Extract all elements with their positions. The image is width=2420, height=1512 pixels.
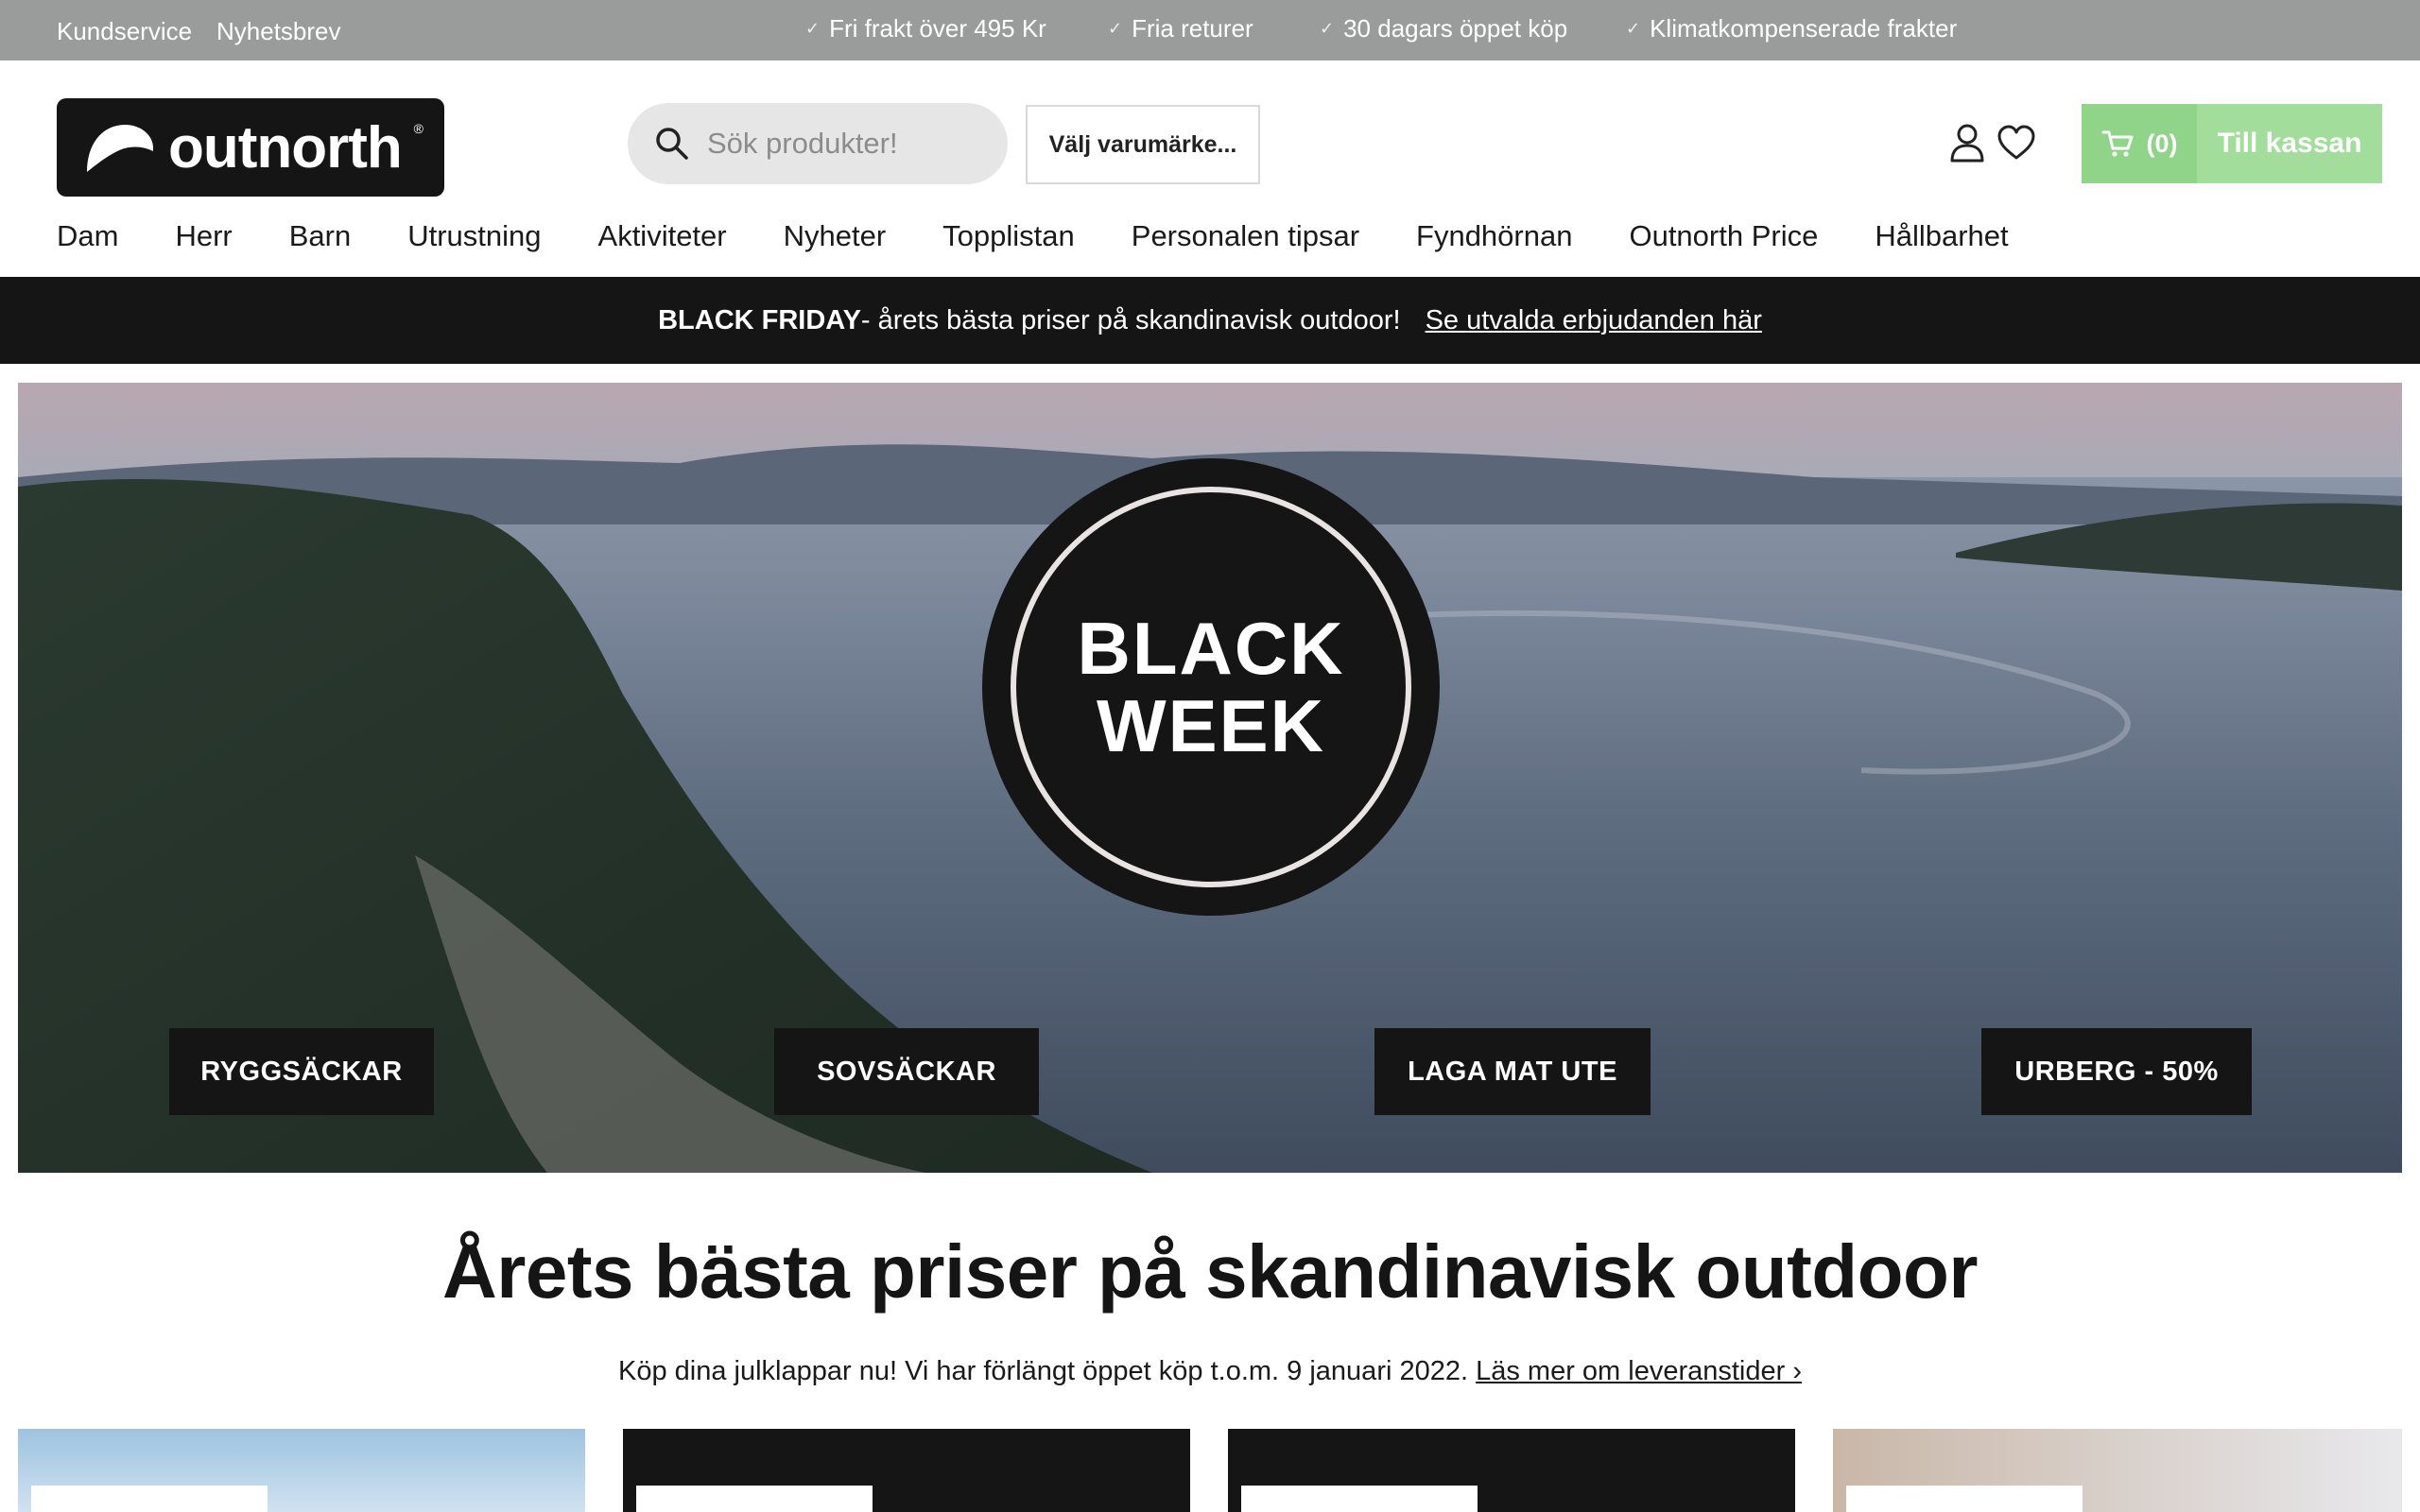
- search-bar: [628, 103, 1008, 184]
- page-headline: Årets bästa priser på skandinavisk outdo…: [442, 1229, 1978, 1314]
- nav-item-fyndhornan[interactable]: Fyndhörnan: [1416, 219, 1572, 253]
- wishlist-heart-icon[interactable]: [1995, 121, 2038, 164]
- usp-climate: ✓ Klimatkompenserade frakter: [1626, 14, 1957, 43]
- promo-card[interactable]: [1228, 1429, 1795, 1512]
- nav-item-topplistan[interactable]: Topplistan: [942, 219, 1075, 253]
- card-label: [31, 1486, 268, 1512]
- cart-count: (0): [2146, 129, 2178, 158]
- badge-text: BLACK WEEK: [1078, 610, 1345, 765]
- main-nav: Dam Herr Barn Utrustning Aktiviteter Nyh…: [57, 219, 2009, 253]
- nav-item-nyheter[interactable]: Nyheter: [784, 219, 887, 253]
- shopping-cart-icon: [2101, 130, 2133, 157]
- search-input[interactable]: [707, 127, 991, 161]
- customer-service-link[interactable]: Kundservice: [57, 17, 192, 46]
- cart: (0) Till kassan: [2082, 104, 2382, 183]
- cart-button[interactable]: (0): [2082, 104, 2197, 183]
- search-icon[interactable]: [654, 126, 690, 162]
- nav-item-aktiviteter[interactable]: Aktiviteter: [598, 219, 727, 253]
- delivery-info-text: Köp dina julklappar nu! Vi har förlängt …: [617, 1356, 1477, 1386]
- utility-bar: Kundservice Nyhetsbrev ✓ Fri frakt över …: [0, 0, 2420, 60]
- black-week-badge: BLACK WEEK: [982, 458, 1440, 916]
- category-button-laga-mat-ute[interactable]: LAGA MAT UTE: [1374, 1028, 1651, 1115]
- nav-item-barn[interactable]: Barn: [289, 219, 351, 253]
- promo-link[interactable]: Se utvalda erbjudanden här: [1426, 305, 1762, 336]
- usp-label: Fria returer: [1132, 14, 1253, 43]
- nav-item-herr[interactable]: Herr: [175, 219, 232, 253]
- promo-card[interactable]: [1833, 1429, 2402, 1512]
- check-icon: ✓: [1626, 19, 1641, 38]
- promo-bold: BLACK FRIDAY: [658, 304, 861, 335]
- brand-select[interactable]: Välj varumärke...: [1026, 105, 1260, 184]
- usp-open-purchase: ✓ 30 dagars öppet köp: [1320, 14, 1567, 43]
- nav-item-personalen-tipsar[interactable]: Personalen tipsar: [1132, 219, 1359, 253]
- usp-label: Klimatkompenserade frakter: [1650, 14, 1958, 43]
- card-label: [636, 1486, 873, 1512]
- registered-mark: ®: [413, 121, 424, 136]
- usp-label: 30 dagars öppet köp: [1343, 14, 1568, 43]
- category-button-ryggsackar[interactable]: RYGGSÄCKAR: [169, 1028, 434, 1115]
- promo-text: - årets bästa priser på skandinavisk out…: [860, 304, 1401, 335]
- hero-banner[interactable]: BLACK WEEK RYGGSÄCKAR SOVSÄCKAR LAGA MAT…: [18, 383, 2402, 1173]
- check-icon: ✓: [805, 19, 821, 38]
- promo-card[interactable]: [18, 1429, 585, 1512]
- promo-card[interactable]: [623, 1429, 1190, 1512]
- usp-free-shipping: ✓ Fri frakt över 495 Kr: [805, 14, 1046, 43]
- category-button-urberg[interactable]: URBERG - 50%: [1981, 1028, 2252, 1115]
- usp-free-returns: ✓ Fria returer: [1108, 14, 1253, 43]
- delivery-info-link[interactable]: Läs mer om leveranstider ›: [1476, 1356, 1802, 1386]
- card-label: [1846, 1486, 2083, 1512]
- category-button-sovsackar[interactable]: SOVSÄCKAR: [774, 1028, 1039, 1115]
- check-icon: ✓: [1320, 19, 1335, 38]
- nav-item-outnorth-price[interactable]: Outnorth Price: [1629, 219, 1818, 253]
- card-label: [1241, 1486, 1478, 1512]
- check-icon: ✓: [1108, 19, 1123, 38]
- site-logo[interactable]: outnorth ®: [57, 98, 444, 197]
- delivery-info: Köp dina julklappar nu! Vi har förlängt …: [0, 1356, 2420, 1387]
- logo-text: outnorth: [168, 114, 403, 180]
- account-icon[interactable]: [1945, 121, 1989, 164]
- badge-line-black: BLACK: [1077, 607, 1345, 690]
- nav-item-dam[interactable]: Dam: [57, 219, 118, 253]
- black-friday-banner: BLACK FRIDAY - årets bästa priser på ska…: [0, 277, 2420, 364]
- usp-label: Fri frakt över 495 Kr: [829, 14, 1046, 43]
- checkout-button[interactable]: Till kassan: [2197, 104, 2382, 183]
- newsletter-link[interactable]: Nyhetsbrev: [216, 17, 341, 46]
- badge-line-week: WEEK: [1097, 684, 1325, 767]
- logo-mark-icon: [87, 125, 153, 172]
- nav-item-utrustning[interactable]: Utrustning: [407, 219, 541, 253]
- nav-item-hallbarhet[interactable]: Hållbarhet: [1875, 219, 2008, 253]
